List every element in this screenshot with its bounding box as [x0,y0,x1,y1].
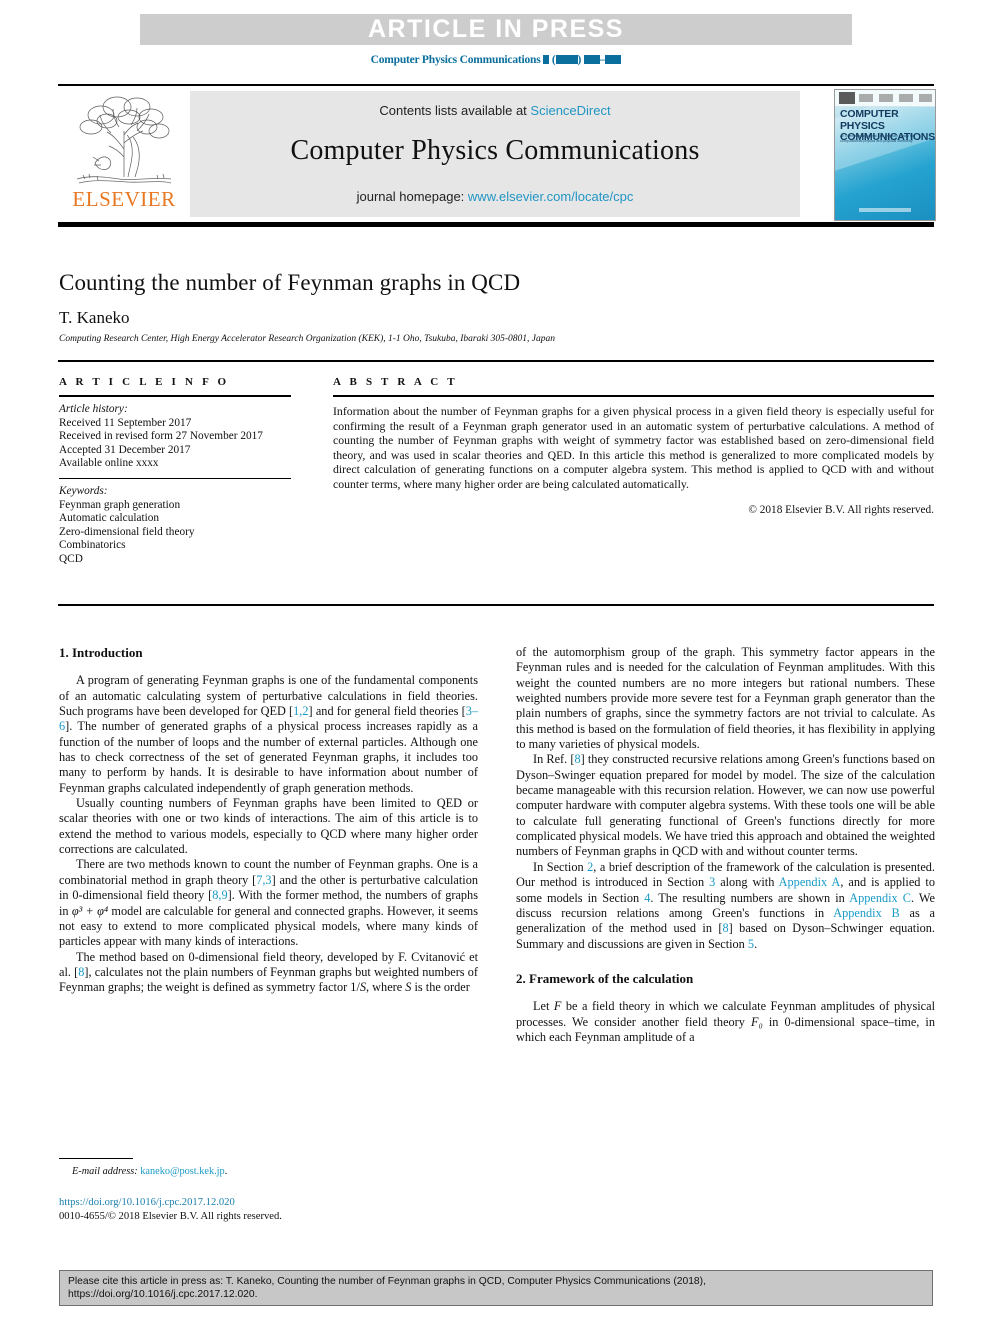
inline-math: F₀ [751,1014,763,1029]
citation-ref[interactable]: 1,2 [293,704,308,718]
info-panel-top-rule [58,360,934,362]
article-in-press-label: ARTICLE IN PRESS [368,15,624,43]
paragraph-text: ] and for general field theories [ [308,704,466,719]
abstract-column: A B S T R A C T Information about the nu… [333,376,934,516]
appendix-ref[interactable]: Appendix B [833,906,899,920]
paragraph: There are two methods known to count the… [59,857,478,949]
please-cite-line2: https://doi.org/10.1016/j.cpc.2017.12.02… [68,1288,258,1300]
elsevier-logo: ELSEVIER [63,91,185,217]
please-cite-box: Please cite this article in press as: T.… [59,1270,933,1306]
citation-ref[interactable]: 7,3 [256,873,271,887]
footnote-email: E-mail address: kaneko@post.kek.jp. [72,1166,472,1177]
doi-link[interactable]: https://doi.org/10.1016/j.cpc.2017.12.02… [59,1197,235,1208]
masthead-top-rule [58,84,934,86]
paragraph: In Section 2, a brief description of the… [516,860,935,952]
author-affiliation: Computing Research Center, High Energy A… [59,334,555,344]
abstract-text: Information about the number of Feynman … [333,404,934,491]
sciencedirect-link[interactable]: ScienceDirect [530,103,610,118]
masthead-bottom-rule [58,222,934,227]
abstract-copyright: © 2018 Elsevier B.V. All rights reserved… [748,503,934,516]
sciencedirect-panel: Contents lists available at ScienceDirec… [190,91,800,217]
contents-available-line: Contents lists available at ScienceDirec… [190,103,800,118]
email-link[interactable]: kaneko@post.kek.jp [140,1166,224,1177]
history-revised: Received in revised form 27 November 201… [59,430,263,443]
year-placeholder-block [555,55,578,64]
keyword-item: Combinatorics [59,539,126,552]
section-heading-introduction: 1. Introduction [59,645,143,660]
paragraph: of the automorphism group of the graph. … [516,645,935,752]
running-citation-journal: Computer Physics Communications [370,54,541,66]
issn-copyright-line: 0010-4655/© 2018 Elsevier B.V. All right… [59,1211,282,1222]
keywords-label: Keywords: [59,484,108,497]
body-column-right: of the automorphism group of the graph. … [516,645,935,1045]
paragraph: The method based on 0-dimensional field … [59,950,478,996]
paragraph: A program of generating Feynman graphs i… [59,673,478,796]
section-heading-framework: 2. Framework of the calculation [516,970,694,986]
inline-math: φ³ + φ⁴ [71,903,109,918]
abstract-divider [333,395,934,397]
footnote-rule [59,1158,133,1159]
appendix-ref[interactable]: Appendix A [779,875,841,889]
email-trailing: . [224,1166,228,1177]
appendix-ref[interactable]: Appendix C [849,891,911,905]
cover-publisher-mark [839,92,855,104]
keywords-divider [59,477,291,479]
keyword-item: Feynman graph generation [59,498,181,511]
journal-title: Computer Physics Communications [290,135,700,166]
article-info-heading: A R T I C L E I N F O [59,376,230,388]
cover-title-line1: COMPUTER PHYSICS [840,108,899,132]
please-cite-line1: Please cite this article in press as: T.… [68,1276,706,1287]
paragraph: In Ref. [8] they constructed recursive r… [516,752,935,859]
keyword-item: Automatic calculation [59,512,160,525]
contents-available-prefix: Contents lists available at [379,103,531,118]
journal-homepage-prefix: journal homepage: [356,189,468,204]
body-column-left: 1. Introduction A program of generating … [59,645,478,996]
article-info-divider [59,395,291,397]
paragraph-text: In Ref. [ [533,752,575,767]
history-accepted: Accepted 31 December 2017 [59,443,191,456]
paragraph-text: In Section [533,859,588,874]
elsevier-wordmark: ELSEVIER [72,187,176,211]
keywords-block: Keywords: Feynman graph generation Autom… [59,485,291,567]
cover-sheen-bottom [835,219,935,220]
article-info-column: A R T I C L E I N F O Article history: R… [59,376,291,567]
article-in-press-banner: ARTICLE IN PRESS [140,14,852,45]
journal-homepage-link[interactable]: www.elsevier.com/locate/cpc [468,189,633,204]
article-history-block: Article history: Received 11 September 2… [59,403,291,471]
paragraph-text: along with [715,875,779,890]
history-available-online: Available online xxxx [59,457,159,470]
keyword-item: Zero-dimensional field theory [59,525,195,538]
journal-cover-thumbnail: COMPUTER PHYSICS COMMUNICATIONS An inter… [834,89,936,221]
lastpage-placeholder-block [605,55,622,64]
paragraph-text: . [754,936,758,951]
journal-homepage-line: journal homepage: www.elsevier.com/locat… [190,189,800,204]
cover-subtitle: An international journal and program lib… [840,134,915,143]
info-panel-bottom-rule [58,604,934,606]
history-received: Received 11 September 2017 [59,416,192,429]
paragraph-text: . The resulting numbers are shown in [650,890,850,905]
abstract-heading: A B S T R A C T [333,376,458,388]
article-history-label: Article history: [59,403,128,415]
journal-masthead: ELSEVIER Contents lists available at Sci… [58,89,936,221]
citation-ref[interactable]: 8,9 [212,888,227,902]
paragraph: Let F be a field theory in which we calc… [516,999,935,1045]
paragraph-text: Let [533,999,554,1014]
firstpage-placeholder-block [583,55,600,64]
please-cite-text: Please cite this article in press as: T.… [68,1276,924,1301]
page-title: Counting the number of Feynman graphs in… [59,270,521,295]
author-name: T. Kaneko [59,308,130,327]
cover-footer-mark [859,208,911,212]
elsevier-tree-icon [76,96,172,184]
paragraph-text: ] they constructed recursive relations a… [516,752,935,859]
paragraph: Usually counting numbers of Feynman grap… [59,796,478,857]
cover-header-text-lines [859,94,932,102]
running-citation-line: Computer Physics Communications () – [0,54,992,66]
paragraph-text: is the order [411,980,470,995]
email-label: E-mail address: [72,1166,138,1177]
paragraph-text: , where [366,980,406,995]
paragraph-text: ]. The number of generated graphs of a p… [59,719,478,795]
keyword-item: QCD [59,552,83,565]
cover-header-strip [835,90,935,107]
paragraph-text: model are calculable for general and con… [59,903,479,949]
